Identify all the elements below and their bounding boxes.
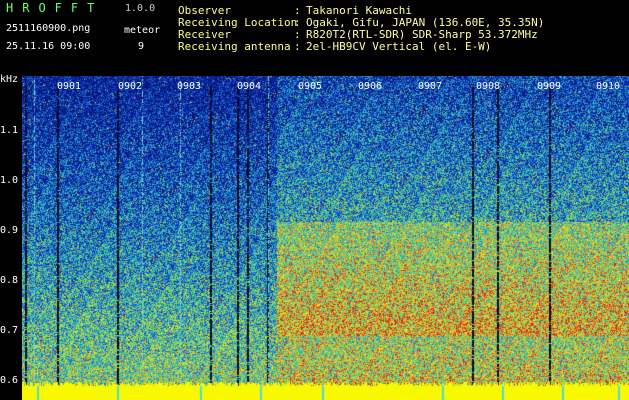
y-tick-label: 1.1: [0, 125, 19, 136]
x-tick-label: 0910: [596, 81, 621, 92]
x-tick-label: 0903: [177, 81, 202, 92]
app-version: 1.0.0: [125, 3, 156, 14]
y-axis-unit: kHz: [0, 74, 19, 85]
info-row-antenna: Receiving antenna:2el-HB9CV Vertical (el…: [178, 41, 491, 53]
spectrogram-panel: kHz 1.1 1.0 0.9 0.8 0.7 0.6 0901 0902 0903 0904 0…: [0, 74, 629, 400]
file-name: 2511160900.png: [6, 23, 91, 34]
x-tick-label: 0907: [418, 81, 443, 92]
app-title: HROFFT: [6, 1, 104, 15]
spectrogram-canvas: [22, 76, 629, 400]
y-tick-label: 0.7: [0, 325, 19, 336]
y-tick-label: 0.8: [0, 275, 19, 286]
x-tick-label: 0902: [118, 81, 143, 92]
mode-label: meteor: [124, 25, 161, 36]
x-tick-label: 0909: [537, 81, 562, 92]
file-date: 25.11.16 09:00: [6, 41, 91, 52]
x-tick-label: 0906: [358, 81, 383, 92]
info-key: Receiving antenna: [178, 40, 291, 53]
mode-value: 9: [138, 41, 145, 52]
y-tick-label: 1.0: [0, 175, 19, 186]
info-value: 2el-HB9CV Vertical (el. E-W): [306, 40, 492, 53]
x-tick-label: 0904: [237, 81, 262, 92]
x-tick-label: 0901: [57, 81, 82, 92]
y-axis: kHz 1.1 1.0 0.9 0.8 0.7 0.6: [0, 74, 22, 400]
y-tick-label: 0.6: [0, 375, 19, 386]
x-tick-label: 0905: [298, 81, 323, 92]
info-sep: :: [294, 40, 301, 53]
y-tick-label: 0.9: [0, 225, 19, 236]
x-tick-label: 0908: [476, 81, 501, 92]
